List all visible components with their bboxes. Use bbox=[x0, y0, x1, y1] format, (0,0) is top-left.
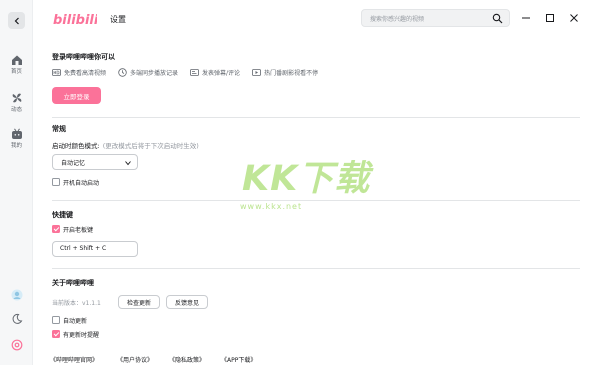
search-placeholder: 搜索你感兴趣的视频 bbox=[370, 16, 425, 23]
moon-icon bbox=[12, 313, 22, 324]
shortcut-section-title: 快捷键 bbox=[52, 211, 73, 219]
clock-icon bbox=[118, 68, 127, 77]
settings-nav[interactable] bbox=[0, 339, 33, 351]
notify-update-label: 有更新时提醒 bbox=[63, 332, 100, 339]
danmaku-icon bbox=[190, 69, 199, 76]
version-label: 当前版本：v1.1.1 bbox=[52, 300, 101, 307]
avatar-icon bbox=[11, 289, 22, 301]
feature-label: 发表弹幕/评论 bbox=[202, 70, 241, 77]
login-button[interactable]: 立即登录 bbox=[52, 87, 101, 104]
hd-icon bbox=[52, 69, 61, 76]
home-icon bbox=[11, 55, 22, 65]
about-section-title: 关于哔哩哔哩 bbox=[52, 279, 94, 287]
divider bbox=[52, 268, 580, 269]
feature-hd: 免费看高清视频 bbox=[52, 68, 106, 77]
boss-key-value: Ctrl + Shift + C bbox=[60, 245, 107, 252]
feature-anime: 热门番剧影视看不停 bbox=[252, 68, 318, 77]
sidebar-item-dynamic[interactable]: 动态 bbox=[0, 92, 33, 113]
sidebar: 首页 动态 我的 bbox=[0, 0, 33, 365]
feature-sync: 多端同步播放记录 bbox=[118, 68, 178, 77]
sidebar-item-label: 动态 bbox=[10, 107, 22, 113]
login-section-title: 登录哔哩哔哩你可以 bbox=[52, 53, 115, 61]
boss-key-input[interactable]: Ctrl + Shift + C bbox=[52, 241, 138, 257]
maximize-icon[interactable] bbox=[544, 12, 556, 24]
search-icon[interactable] bbox=[492, 13, 503, 24]
feature-danmaku: 发表弹幕/评论 bbox=[190, 68, 240, 77]
auto-update-checkbox[interactable] bbox=[52, 316, 60, 324]
sidebar-item-label: 我的 bbox=[10, 143, 22, 149]
theme-mode-label-text: 启动时颜色模式: bbox=[52, 142, 100, 150]
watermark-url: www.kkx.net bbox=[240, 202, 303, 211]
watermark-text: KK下载 bbox=[242, 159, 371, 199]
theme-toggle[interactable] bbox=[0, 313, 33, 325]
svg-text:bilibili: bilibili bbox=[53, 13, 97, 28]
chevron-down-icon bbox=[125, 161, 131, 166]
search-input[interactable]: 搜索你感兴趣的视频 bbox=[361, 9, 510, 27]
theme-mode-label: 启动时颜色模式: (更改模式后将于下次启动时生效) bbox=[52, 140, 199, 150]
divider bbox=[52, 117, 580, 118]
settings-icon bbox=[11, 339, 22, 351]
general-section-title: 常规 bbox=[52, 125, 66, 133]
check-update-button[interactable]: 检查更新 bbox=[118, 295, 160, 309]
notify-update-checkbox[interactable] bbox=[52, 330, 60, 338]
sidebar-item-home[interactable]: 首页 bbox=[0, 54, 33, 75]
boss-key-checkbox[interactable] bbox=[52, 225, 60, 233]
avatar[interactable] bbox=[0, 289, 33, 301]
play-icon bbox=[252, 69, 261, 76]
bilibili-logo: bilibili bbox=[53, 13, 97, 28]
fan-icon bbox=[12, 93, 21, 103]
header: bilibili 设置 搜索你感兴趣的视频 bbox=[33, 0, 600, 38]
theme-mode-select[interactable]: 自动记忆 bbox=[52, 154, 138, 170]
link-official-site[interactable]: 《哔哩哔哩官网》 bbox=[50, 355, 98, 364]
feature-label: 热门番剧影视看不停 bbox=[264, 70, 319, 77]
back-button[interactable] bbox=[8, 12, 25, 29]
theme-mode-hint: (更改模式后将于下次启动时生效) bbox=[102, 142, 199, 150]
boss-key-label: 开启老板键 bbox=[63, 227, 94, 234]
feature-label: 免费看高清视频 bbox=[64, 70, 107, 77]
auto-update-label: 自动更新 bbox=[63, 318, 88, 325]
login-feature-list: 免费看高清视频 多端同步播放记录 发表弹幕/评论 热门番剧影视看不停 bbox=[52, 68, 330, 77]
watermark-logo: KK下载 bbox=[242, 150, 370, 201]
close-icon[interactable] bbox=[568, 12, 580, 24]
link-privacy-policy[interactable]: 《隐私政策》 bbox=[169, 355, 205, 364]
theme-mode-value: 自动记忆 bbox=[61, 160, 86, 167]
autostart-label: 开机自动启动 bbox=[63, 180, 100, 187]
feedback-button[interactable]: 反馈意见 bbox=[166, 295, 208, 309]
chevron-left-icon bbox=[14, 17, 19, 24]
link-user-agreement[interactable]: 《用户协议》 bbox=[117, 355, 153, 364]
minimize-icon[interactable] bbox=[520, 12, 532, 24]
autostart-checkbox[interactable] bbox=[52, 178, 60, 186]
tv-icon bbox=[11, 128, 22, 139]
feature-label: 多端同步播放记录 bbox=[130, 70, 179, 77]
sidebar-item-label: 首页 bbox=[10, 69, 22, 75]
link-app-download[interactable]: 《APP下载》 bbox=[221, 355, 256, 364]
page-title: 设置 bbox=[110, 15, 126, 24]
sidebar-item-mine[interactable]: 我的 bbox=[0, 128, 33, 149]
